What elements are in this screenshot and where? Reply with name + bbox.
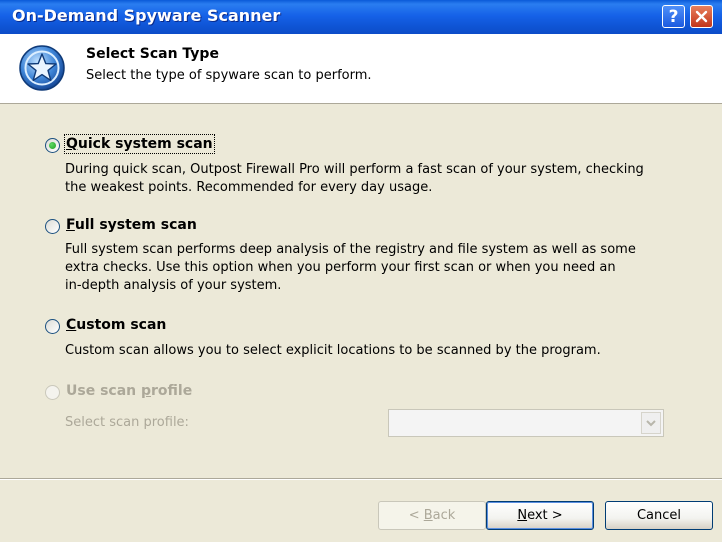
wizard-header: Select Scan Type Select the type of spyw… bbox=[0, 34, 722, 104]
quick-scan-description: During quick scan, Outpost Firewall Pro … bbox=[65, 161, 644, 197]
scan-profile-label[interactable]: Use scan profile bbox=[66, 383, 192, 399]
scan-profile-label-pre: Use scan bbox=[66, 383, 141, 399]
header-subtitle: Select the type of spyware scan to perfo… bbox=[86, 68, 372, 83]
quick-scan-label-text: uick system scan bbox=[77, 136, 213, 152]
title-bar[interactable]: On-Demand Spyware Scanner ? bbox=[0, 0, 722, 34]
window-title: On-Demand Spyware Scanner bbox=[12, 6, 281, 25]
custom-scan-radio[interactable] bbox=[45, 319, 60, 334]
next-button-accelerator: N bbox=[517, 508, 528, 523]
help-button[interactable]: ? bbox=[662, 5, 685, 28]
full-scan-label[interactable]: Full system scan bbox=[66, 217, 197, 233]
next-button[interactable]: Next > bbox=[486, 501, 594, 530]
description-line: Full system scan performs deep analysis … bbox=[65, 242, 636, 257]
footer-divider-highlight bbox=[0, 479, 722, 480]
custom-scan-accelerator: C bbox=[66, 317, 77, 333]
description-line: extra checks. Use this option when you p… bbox=[65, 260, 616, 275]
dialog-window: On-Demand Spyware Scanner ? Select Scan … bbox=[0, 0, 722, 542]
scan-profile-select[interactable] bbox=[388, 409, 664, 437]
select-scan-profile-label: Select scan profile: bbox=[65, 415, 189, 430]
quick-scan-radio[interactable] bbox=[45, 138, 60, 153]
full-scan-radio[interactable] bbox=[45, 219, 60, 234]
description-line: During quick scan, Outpost Firewall Pro … bbox=[65, 162, 644, 177]
scan-profile-radio[interactable] bbox=[45, 385, 60, 400]
back-button[interactable]: < Back bbox=[378, 501, 486, 530]
full-scan-label-text: ull system scan bbox=[74, 217, 197, 233]
full-scan-description: Full system scan performs deep analysis … bbox=[65, 241, 636, 295]
dropdown-arrow-button[interactable] bbox=[641, 412, 661, 434]
description-line: in-depth analysis of your system. bbox=[65, 278, 282, 293]
chevron-down-icon bbox=[646, 420, 656, 427]
next-button-label: ext > bbox=[527, 508, 563, 523]
close-icon bbox=[695, 10, 708, 23]
description-line: the weakest points. Recommended for ever… bbox=[65, 180, 433, 195]
shield-star-icon bbox=[19, 45, 65, 91]
custom-scan-label[interactable]: Custom scan bbox=[66, 317, 166, 333]
quick-scan-accelerator: Q bbox=[66, 136, 78, 152]
custom-scan-description: Custom scan allows you to select explici… bbox=[65, 342, 601, 360]
full-scan-accelerator: F bbox=[66, 217, 75, 233]
back-button-arrow: < bbox=[408, 508, 424, 523]
scan-profile-accelerator: p bbox=[141, 383, 152, 399]
custom-scan-label-text: ustom scan bbox=[76, 317, 167, 333]
close-button[interactable] bbox=[690, 5, 713, 28]
back-button-accelerator: B bbox=[423, 508, 433, 523]
scan-profile-label-text: rofile bbox=[151, 383, 193, 399]
back-button-label: ack bbox=[432, 508, 456, 523]
description-line: Custom scan allows you to select explici… bbox=[65, 343, 601, 358]
header-title: Select Scan Type bbox=[86, 46, 219, 62]
cancel-button[interactable]: Cancel bbox=[605, 501, 713, 530]
quick-scan-label[interactable]: Quick system scan bbox=[64, 134, 215, 154]
